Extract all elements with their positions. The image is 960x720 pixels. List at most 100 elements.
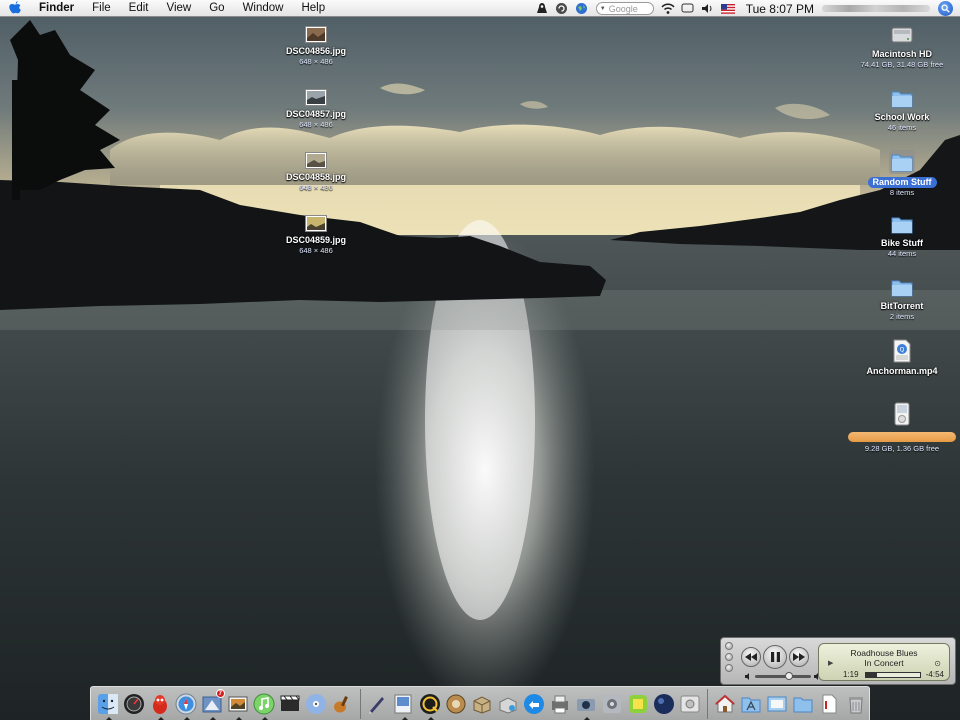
itunes-mini-player: ▶ Roadhouse Blues In Concert ⊙ 1:19 -4:5…: [720, 637, 956, 685]
folder-icon: [793, 697, 813, 712]
volume-slider-knob[interactable]: [784, 672, 793, 680]
pen-icon: [369, 696, 385, 714]
desktop-folder-bittorrent[interactable]: BitTorrent 2 items: [854, 276, 950, 321]
dock-sphere[interactable]: [651, 689, 677, 719]
dock-grab[interactable]: [573, 689, 599, 720]
snapback-icon[interactable]: ⊙: [934, 659, 941, 668]
dock-textedit[interactable]: [365, 689, 391, 719]
dock-quicktime[interactable]: [417, 689, 443, 720]
dock-applications-folder[interactable]: [738, 689, 764, 719]
dock-bittorrent[interactable]: [469, 689, 495, 719]
wifi-icon[interactable]: [658, 0, 678, 17]
image-thumbnail-icon: [305, 215, 327, 232]
dock-sherlock[interactable]: [443, 689, 469, 719]
menu-view[interactable]: View: [158, 0, 201, 17]
display-icon[interactable]: [678, 0, 698, 17]
desktop-folder-random-stuff[interactable]: Random Stuff 8 items: [854, 150, 950, 197]
dock-network-utility[interactable]: [495, 689, 521, 719]
dock-pdf-document[interactable]: [817, 689, 843, 719]
dock-disk-utility[interactable]: [677, 689, 703, 719]
dock-garageband[interactable]: [330, 689, 356, 719]
desktop-file-dsc04856[interactable]: DSC04856.jpg 648 × 486: [268, 26, 364, 66]
menu-help[interactable]: Help: [292, 0, 334, 17]
menu-app-finder[interactable]: Finder: [30, 0, 83, 17]
dock-printer[interactable]: [547, 689, 573, 719]
pdf-document-icon: [822, 694, 837, 713]
dock-system-preferences[interactable]: [599, 689, 625, 719]
dock-iphoto[interactable]: [225, 689, 251, 720]
dock-trash[interactable]: [843, 689, 869, 719]
rewind-icon: [745, 653, 757, 661]
trash-icon: [848, 696, 863, 713]
dock-mail[interactable]: 7: [199, 688, 225, 720]
dock-preview[interactable]: [391, 689, 417, 720]
svg-text:Q: Q: [900, 347, 905, 354]
folder-icon: [891, 280, 913, 297]
dock-dashboard[interactable]: [121, 689, 147, 719]
track-progress-bar[interactable]: [865, 672, 921, 678]
menu-window[interactable]: Window: [234, 0, 293, 17]
sync-icon[interactable]: [552, 0, 572, 17]
home-icon: [714, 694, 736, 712]
pause-icon: [770, 652, 780, 662]
dock-imovie[interactable]: [277, 689, 303, 719]
search-field[interactable]: ▼ Google: [595, 2, 654, 15]
file-info: 648 × 486: [299, 57, 333, 66]
close-button[interactable]: [725, 642, 733, 650]
desktop-file-dsc04859[interactable]: DSC04859.jpg 648 × 486: [268, 215, 364, 255]
pause-button[interactable]: [763, 645, 787, 669]
network-icon: [499, 696, 517, 714]
dock-chess[interactable]: [625, 689, 651, 719]
desktop-volume-macintosh-hd[interactable]: Macintosh HD 74.41 GB, 31.48 GB free: [854, 24, 950, 69]
menu-go[interactable]: Go: [200, 0, 233, 17]
spotlight-icon[interactable]: [938, 1, 953, 16]
folder-icon: [889, 150, 915, 174]
track-title: Roadhouse Blues: [850, 648, 918, 658]
imovie-icon: [280, 695, 300, 711]
globe-icon[interactable]: [572, 0, 592, 17]
dock-adium[interactable]: [147, 689, 173, 720]
dock-safari[interactable]: [173, 689, 199, 720]
remaining-time: -4:54: [925, 670, 944, 679]
flag-icon[interactable]: [718, 0, 738, 17]
dock-itunes[interactable]: [251, 689, 277, 720]
folder-icon: [891, 91, 913, 108]
file-name: DSC04859.jpg: [285, 235, 347, 245]
finder-icon: [97, 693, 118, 714]
volume-name: Macintosh HD: [871, 49, 932, 59]
user-name-blurred[interactable]: [822, 5, 930, 12]
desktop-file-dsc04857[interactable]: DSC04857.jpg 648 × 486: [268, 89, 364, 129]
dock-folder[interactable]: [791, 689, 817, 719]
dropdown-arrow-icon: ▼: [599, 5, 606, 12]
zoom-button[interactable]: [725, 664, 733, 672]
volume-slider[interactable]: [755, 672, 811, 680]
apple-icon[interactable]: [0, 0, 30, 17]
dock-home-folder[interactable]: [712, 689, 738, 719]
garageband-icon: [334, 695, 349, 712]
desktop-folder-bike-stuff[interactable]: Bike Stuff 44 items: [854, 213, 950, 258]
dock-idvd[interactable]: [304, 689, 330, 719]
file-name: DSC04857.jpg: [285, 109, 347, 119]
minimize-button[interactable]: [725, 653, 733, 661]
previous-track-button[interactable]: [741, 647, 761, 667]
menu-file[interactable]: File: [83, 0, 120, 17]
volume-info: 9.28 GB, 1.36 GB free: [864, 444, 940, 453]
desktop-file-anchorman[interactable]: Q Anchorman.mp4: [854, 339, 950, 377]
script-icon[interactable]: [532, 0, 552, 17]
dashboard-icon: [123, 693, 144, 714]
next-track-button[interactable]: [789, 647, 809, 667]
dock-software-update[interactable]: [521, 689, 547, 719]
menu-edit[interactable]: Edit: [120, 0, 158, 17]
dock-documents[interactable]: [765, 689, 791, 719]
desktop-file-dsc04858[interactable]: DSC04858.jpg 648 × 486: [268, 152, 364, 192]
dock-finder[interactable]: [95, 689, 121, 720]
idvd-icon: [306, 693, 327, 714]
desktop-wallpaper: [0, 0, 960, 720]
desktop-folder-school-work[interactable]: School Work 46 items: [854, 87, 950, 132]
folder-name: Bike Stuff: [880, 238, 923, 248]
volume-icon[interactable]: [698, 0, 718, 17]
menubar-clock[interactable]: Tue 8:07 PM: [738, 2, 822, 16]
fast-forward-icon: [793, 653, 805, 661]
desktop-volume-ipod[interactable]: 9.28 GB, 1.36 GB free: [842, 402, 960, 453]
adium-icon: [152, 694, 167, 714]
